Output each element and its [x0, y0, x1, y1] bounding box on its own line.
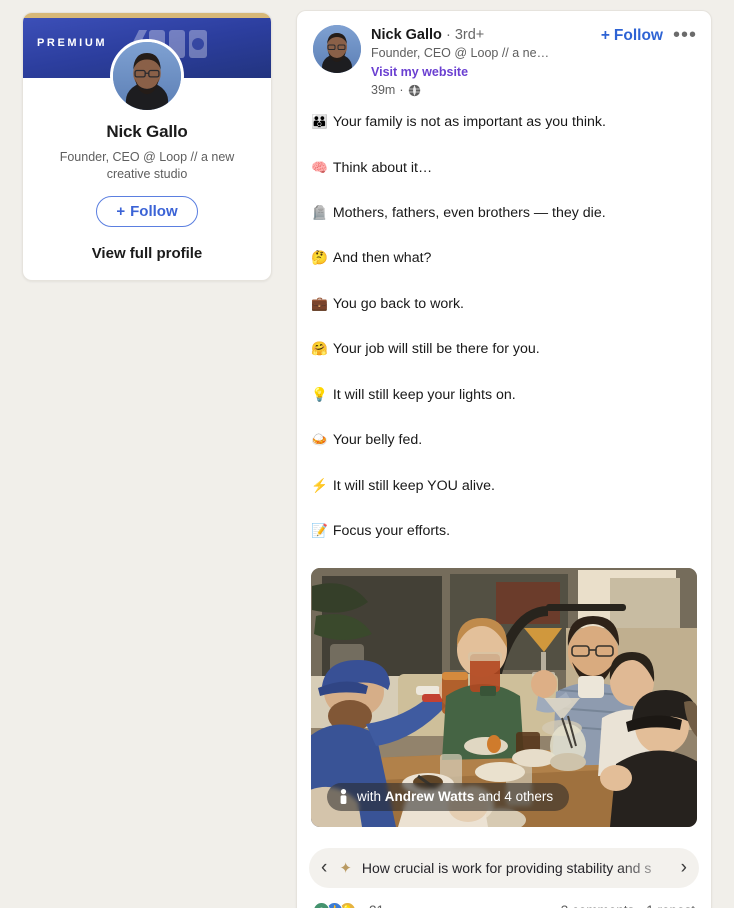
- briefcase-emoji: 💼: [311, 295, 328, 311]
- post-line: 🍛 Your belly fed.: [311, 431, 695, 449]
- reaction-count: 21: [369, 903, 384, 908]
- profile-headline: Founder, CEO @ Loop // a new creative st…: [59, 150, 235, 181]
- premium-label: PREMIUM: [37, 37, 108, 49]
- carousel-next-icon[interactable]: ›: [675, 858, 693, 877]
- photo-tag-person: Andrew Watts: [384, 789, 475, 805]
- post-timestamp: 39m: [371, 83, 396, 98]
- profile-card: PREMIUM Nick Gallo Founder, CEO @ Loop /…: [22, 12, 272, 282]
- suggestion-prompt[interactable]: ✦ How crucial is work for providing stab…: [339, 859, 668, 877]
- degree-separator: ·: [445, 27, 451, 43]
- more-options-icon[interactable]: •••: [673, 25, 697, 45]
- photo-tag-text: with Andrew Watts and 4 others: [357, 789, 553, 804]
- sparkle-icon: ✦: [339, 859, 352, 877]
- post-line: 💼 You go back to work.: [311, 295, 695, 313]
- post-line-text: It will still keep your lights on.: [332, 386, 516, 403]
- post-follow-button[interactable]: + Follow: [601, 27, 663, 45]
- post-author-headline: Founder, CEO @ Loop // a ne…: [371, 46, 550, 61]
- reactions-summary[interactable]: ☺ 👍 💡 21: [313, 901, 384, 908]
- post-line-text: Think about it…: [332, 159, 433, 176]
- plus-icon: +: [600, 27, 610, 44]
- post-line-text: Your belly fed.: [332, 432, 423, 449]
- celebrate-reaction-icon: ☺: [313, 901, 330, 908]
- post-image[interactable]: with Andrew Watts and 4 others: [311, 567, 697, 827]
- post-header: Nick Gallo · 3rd+ Founder, CEO @ Loop //…: [297, 11, 711, 97]
- carousel-prev-icon[interactable]: ‹: [315, 858, 333, 877]
- post-line-text: It will still keep YOU alive.: [332, 477, 495, 494]
- post-meta-row: 39m ·: [371, 83, 601, 97]
- post-author-identity: Nick Gallo · 3rd+ Founder, CEO @ Loop //…: [371, 25, 601, 97]
- post-line-text: Your family is not as important as you t…: [332, 114, 606, 131]
- post-card: Nick Gallo · 3rd+ Founder, CEO @ Loop //…: [296, 10, 712, 908]
- post-line-text: Focus your efforts.: [332, 523, 451, 540]
- post-line-text: Your job will still be there for you.: [332, 341, 540, 358]
- profile-follow-button[interactable]: + Follow: [96, 196, 198, 228]
- view-full-profile-link[interactable]: View full profile: [37, 245, 257, 262]
- post-text-body: 👪 Your family is not as important as you…: [297, 97, 711, 541]
- post-line: ⚡ It will still keep YOU alive.: [311, 477, 695, 495]
- comments-reposts-meta[interactable]: 3 comments · 1 repost: [561, 903, 695, 908]
- post-line: 💡 It will still keep your lights on.: [311, 386, 695, 404]
- thinking-face-emoji: 🤔: [311, 250, 328, 266]
- post-follow-label: Follow: [613, 27, 663, 44]
- post-author-name[interactable]: Nick Gallo: [371, 27, 442, 43]
- post-line-text: Mothers, fathers, even brothers — they d…: [332, 205, 606, 222]
- family-emoji: 👪: [311, 114, 328, 130]
- post-line: 👪 Your family is not as important as you…: [311, 113, 695, 131]
- hugging-face-emoji: 🤗: [311, 341, 328, 357]
- connection-degree: 3rd+: [454, 27, 485, 43]
- post-author-website-link[interactable]: Visit my website: [371, 64, 601, 82]
- post-line-text: You go back to work.: [332, 295, 464, 312]
- post-line-text: And then what?: [332, 250, 432, 267]
- post-line: 🪦 Mothers, fathers, even brothers — they…: [311, 204, 695, 222]
- photo-tag-chip[interactable]: with Andrew Watts and 4 others: [327, 782, 570, 811]
- person-icon: [340, 789, 347, 805]
- light-bulb-emoji: 💡: [311, 386, 328, 402]
- memo-emoji: 📝: [311, 523, 328, 539]
- social-proof-row: ☺ 👍 💡 21 3 comments · 1 repost: [313, 901, 695, 908]
- headstone-emoji: 🪦: [311, 205, 328, 221]
- post-line: 🧠 Think about it…: [311, 159, 695, 177]
- suggestion-prompt-text: How crucial is work for providing stabil…: [361, 859, 652, 876]
- food-emoji: 🍛: [311, 432, 328, 448]
- suggestion-carousel: ‹ ✦ How crucial is work for providing st…: [309, 847, 699, 888]
- plus-icon: +: [116, 203, 126, 221]
- avatar-image: [113, 42, 181, 110]
- post-author-avatar[interactable]: [313, 25, 361, 73]
- post-line: 📝 Focus your efforts.: [311, 522, 695, 540]
- photo-tag-suffix: and 4 others: [478, 789, 554, 805]
- avatar[interactable]: [110, 39, 184, 113]
- profile-name: Nick Gallo: [106, 122, 188, 141]
- post-line: 🤗 Your job will still be there for you.: [311, 340, 695, 358]
- post-author-name-row: Nick Gallo · 3rd+: [371, 26, 601, 44]
- brain-emoji: 🧠: [311, 159, 328, 175]
- photo-tag-prefix: with: [357, 789, 382, 805]
- reaction-icon-stack: ☺ 👍 💡: [313, 901, 356, 908]
- post-line: 🤔 And then what?: [311, 249, 695, 267]
- post-header-actions: + Follow •••: [601, 25, 697, 45]
- time-separator: ·: [399, 83, 404, 98]
- globe-icon: [408, 84, 420, 96]
- lightning-emoji: ⚡: [311, 477, 328, 493]
- profile-follow-label: Follow: [130, 203, 178, 221]
- post-author-avatar-image: [313, 25, 361, 73]
